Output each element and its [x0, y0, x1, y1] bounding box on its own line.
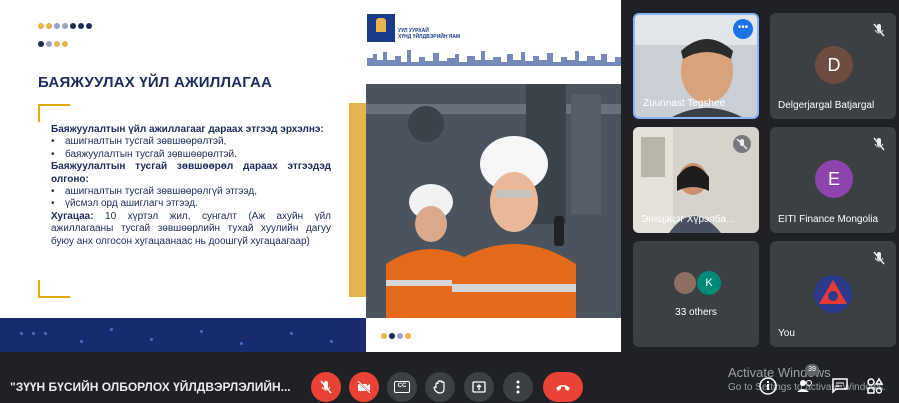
avatar: K	[697, 271, 721, 295]
shared-slide: БАЯЖУУЛАХ ҮЙЛ АЖИЛЛАГАА Баяжуулалтын үйл…	[0, 0, 621, 352]
participant-name: You	[778, 328, 795, 339]
bracket-decoration	[38, 104, 70, 122]
slide-dots-decoration	[38, 18, 108, 54]
ministry-logo	[367, 14, 395, 42]
slide-bullet: ашигналтын тусгай зөвшөөрөлгүй этгээд,	[51, 186, 331, 199]
more-options-button[interactable]	[503, 372, 533, 402]
mic-off-icon	[873, 251, 885, 265]
captions-icon: CC	[394, 381, 410, 393]
present-button[interactable]	[464, 372, 494, 402]
present-icon	[472, 381, 486, 393]
slide-heading: Баяжуулалтын үйл ажиллагааг дараах этгээ…	[51, 124, 324, 135]
slide-bullet: ашигналтын тусгай зөвшөөрөлтэй,	[51, 136, 331, 149]
self-tile[interactable]: You	[770, 241, 896, 347]
slide-list: ашигналтын тусгай зөвшөөрөлгүй этгээд, ү…	[51, 186, 331, 211]
people-icon[interactable]	[795, 376, 815, 396]
workers-photo	[366, 84, 621, 318]
ministry-name: УУЛ УУРХАЙ ХҮНД ҮЙЛДВЭРИЙН ЯАМ	[398, 28, 461, 40]
slide-list: ашигналтын тусгай зөвшөөрөлтэй, баяжуула…	[51, 136, 331, 161]
mic-off-icon	[320, 380, 332, 394]
mic-off-icon	[873, 23, 885, 37]
raise-hand-button[interactable]	[425, 372, 455, 402]
captions-button[interactable]: CC	[387, 372, 417, 402]
avatar	[814, 275, 852, 313]
participant-name: EITI Finance Mongolia	[778, 214, 879, 225]
more-vert-icon	[516, 380, 520, 394]
control-bar: "ЗҮҮН БҮСИЙН ОЛБОРЛОХ ҮЙЛДВЭРЛЭЛИЙН... C…	[0, 352, 899, 403]
slide-bullet: баяжуулалтын тусгай зөвшөөрөлтэй.	[51, 149, 331, 162]
term-text: 10 хүртэл жил, сунгалт (Аж ахуйн үйл ажи…	[51, 210, 331, 247]
mic-toggle-button[interactable]	[311, 372, 341, 402]
camera-off-icon	[357, 380, 371, 394]
slide-term: Хугацаа: 10 хүртэл жил, сунгалт (Аж ахуй…	[51, 211, 331, 248]
term-label: Хугацаа:	[51, 210, 94, 222]
slide-bullet: үйсмэл орд ашиглагч этгээд.	[51, 198, 331, 211]
city-skyline-decoration	[367, 50, 621, 66]
mic-off-icon	[873, 137, 885, 151]
activities-icon[interactable]	[865, 376, 885, 396]
chat-icon[interactable]	[830, 376, 850, 396]
meet-window: БАЯЖУУЛАХ ҮЙЛ АЖИЛЛАГАА Баяжуулалтын үйл…	[0, 0, 899, 403]
mic-off-icon	[733, 135, 751, 153]
others-tile[interactable]: K 33 others	[633, 241, 759, 347]
avatar: D	[815, 46, 853, 84]
meeting-title: "ЗҮҮН БҮСИЙН ОЛБОРЛОХ ҮЙЛДВЭРЛЭЛИЙН...	[10, 380, 291, 394]
hand-icon	[433, 380, 445, 394]
camera-toggle-button[interactable]	[349, 372, 379, 402]
participant-tile[interactable]: Zuunnast Tegshee •••	[633, 13, 759, 119]
participant-tile[interactable]: E EITI Finance Mongolia	[770, 127, 896, 233]
slide-title: БАЯЖУУЛАХ ҮЙЛ АЖИЛЛАГАА	[38, 74, 273, 91]
avatar: E	[815, 160, 853, 198]
participant-name: Delgerjargal Batjargal	[778, 100, 875, 111]
avatar	[673, 271, 697, 295]
participant-name: Энхцэцэг Хүрэлба...	[641, 214, 735, 225]
participant-tile[interactable]: Энхцэцэг Хүрэлба...	[633, 127, 759, 233]
slide-body: Баяжуулалтын үйл ажиллагааг дараах этгээ…	[51, 124, 331, 248]
more-options-icon[interactable]: •••	[733, 19, 753, 39]
info-icon[interactable]	[758, 376, 778, 396]
phone-hangup-icon	[556, 385, 570, 391]
slide-dots-decoration	[381, 326, 413, 344]
others-count: 33 others	[675, 307, 717, 318]
bracket-decoration	[38, 280, 70, 298]
participant-tile[interactable]: D Delgerjargal Batjargal	[770, 13, 896, 119]
slide-heading: Баяжуулалтын тусгай зөвшөөрөл дараах этг…	[51, 161, 331, 185]
participant-name: Zuunnast Tegshee	[643, 98, 726, 109]
end-call-button[interactable]	[543, 372, 583, 402]
people-count-badge: 39	[805, 364, 819, 376]
slide-bottom-band	[0, 318, 366, 352]
